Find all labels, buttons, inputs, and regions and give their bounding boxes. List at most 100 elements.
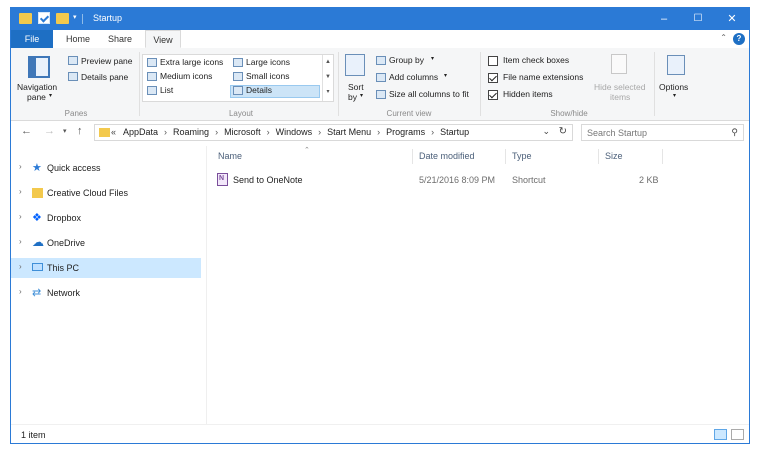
column-divider[interactable] — [505, 149, 506, 164]
address-bar[interactable]: « AppData › Roaming › Microsoft › Windows › Star… — [94, 124, 573, 141]
column-header-name[interactable]: Name — [218, 151, 242, 161]
details-view-icon[interactable] — [714, 429, 727, 440]
sidebar-item-quick-access[interactable]: › ★ Quick access — [11, 158, 201, 178]
list-option[interactable]: List — [160, 85, 173, 95]
breadcrumb-item[interactable]: Windows — [276, 127, 313, 137]
scroll-up-icon[interactable]: ▲ — [323, 55, 333, 70]
navigation-pane: › ★ Quick access › Creative Cloud Files › ❖ Dro… — [11, 146, 207, 424]
new-folder-icon[interactable] — [56, 13, 69, 24]
cloud-icon: ☁ — [32, 235, 44, 249]
preview-pane-button[interactable]: Preview pane — [81, 56, 133, 66]
column-header-date-modified[interactable]: Date modified — [419, 151, 475, 161]
breadcrumb-separator-icon[interactable]: › — [318, 127, 321, 137]
address-dropdown-icon[interactable]: ⌄ — [542, 126, 550, 137]
sidebar-item-this-pc[interactable]: › This PC — [11, 258, 201, 278]
chevron-down-icon[interactable]: ▾ — [673, 92, 676, 99]
sort-by-label-2[interactable]: by — [348, 92, 357, 102]
hidden-items-checkbox[interactable] — [488, 90, 498, 100]
add-columns-button[interactable]: Add columns — [389, 72, 438, 82]
sidebar-item-onedrive[interactable]: › ☁ OneDrive — [11, 233, 201, 253]
breadcrumb-separator-icon[interactable]: › — [377, 127, 380, 137]
chevron-down-icon[interactable]: ▾ — [444, 72, 447, 79]
sidebar-item-creative-cloud-files[interactable]: › Creative Cloud Files — [11, 183, 201, 203]
breadcrumb-overflow-icon[interactable]: « — [111, 127, 116, 137]
tab-file[interactable]: File — [11, 30, 53, 48]
collapse-ribbon-icon[interactable]: ⌃ — [720, 33, 727, 42]
hide-selected-items-label[interactable]: Hide selected — [594, 82, 646, 92]
sidebar-item-dropbox[interactable]: › ❖ Dropbox — [11, 208, 201, 228]
expand-gallery-icon[interactable]: ▾ — [323, 85, 333, 100]
breadcrumb-separator-icon[interactable]: › — [164, 127, 167, 137]
scroll-down-icon[interactable]: ▼ — [323, 70, 333, 85]
expand-chevron-icon[interactable]: › — [19, 262, 22, 271]
file-name-extensions-checkbox[interactable] — [488, 73, 498, 83]
forward-icon[interactable]: → — [44, 125, 55, 137]
chevron-down-icon[interactable]: ▾ — [431, 55, 434, 62]
up-icon[interactable]: ↑ — [77, 125, 83, 137]
search-input[interactable]: Search Startup ⚲ — [581, 124, 744, 141]
extra-large-icons-option[interactable]: Extra large icons — [160, 57, 223, 67]
details-pane-button[interactable]: Details pane — [81, 72, 128, 82]
sort-by-label[interactable]: Sort — [348, 82, 364, 92]
sort-icon[interactable] — [345, 54, 365, 76]
minimize-button[interactable]: – — [647, 8, 681, 30]
breadcrumb-separator-icon[interactable]: › — [267, 127, 270, 137]
hide-selected-items-label-2[interactable]: items — [610, 92, 630, 102]
small-icons-option[interactable]: Small icons — [246, 71, 289, 81]
column-header-size[interactable]: Size — [605, 151, 623, 161]
expand-chevron-icon[interactable]: › — [19, 287, 22, 296]
item-check-boxes-label[interactable]: Item check boxes — [503, 55, 569, 65]
details-option[interactable]: Details — [246, 85, 272, 95]
customize-toolbar-icon[interactable]: ▾ — [73, 13, 77, 27]
hidden-items-label[interactable]: Hidden items — [503, 89, 553, 99]
chevron-down-icon[interactable]: ▾ — [360, 92, 363, 99]
size-all-columns-button[interactable]: Size all columns to fit — [389, 89, 469, 99]
expand-chevron-icon[interactable]: › — [19, 162, 22, 171]
tab-home[interactable]: Home — [61, 30, 95, 48]
breadcrumb-item[interactable]: Roaming — [173, 127, 209, 137]
breadcrumb-separator-icon[interactable]: › — [215, 127, 218, 137]
breadcrumb-item[interactable]: Start Menu — [327, 127, 371, 137]
file-name[interactable]: Send to OneNote — [233, 175, 303, 185]
medium-icons-option[interactable]: Medium icons — [160, 71, 212, 81]
options-icon[interactable] — [667, 55, 685, 75]
breadcrumb-item[interactable]: Microsoft — [224, 127, 261, 137]
details-option-selected[interactable] — [230, 85, 320, 98]
expand-chevron-icon[interactable]: › — [19, 212, 22, 221]
item-check-boxes-checkbox[interactable] — [488, 56, 498, 66]
search-icon[interactable]: ⚲ — [731, 127, 738, 138]
breadcrumb-item[interactable]: Programs — [386, 127, 425, 137]
star-icon: ★ — [32, 162, 42, 174]
breadcrumb-item[interactable]: AppData — [123, 127, 158, 137]
column-header-type[interactable]: Type — [512, 151, 532, 161]
column-divider[interactable] — [662, 149, 663, 164]
help-icon[interactable]: ? — [733, 33, 745, 45]
column-divider[interactable] — [412, 149, 413, 164]
sidebar-item-network[interactable]: › ⇄ Network — [11, 283, 201, 303]
chevron-down-icon[interactable]: ▾ — [49, 92, 52, 99]
expand-chevron-icon[interactable]: › — [19, 187, 22, 196]
maximize-button[interactable]: ☐ — [681, 8, 715, 30]
file-name-extensions-label[interactable]: File name extensions — [503, 72, 583, 82]
breadcrumb-item[interactable]: Startup — [440, 127, 469, 137]
options-button[interactable]: Options — [659, 82, 688, 92]
ribbon-divider — [480, 52, 481, 116]
group-by-button[interactable]: Group by — [389, 55, 424, 65]
navigation-pane-label-2[interactable]: pane — [27, 92, 46, 102]
layout-scroll[interactable]: ▲ ▼ ▾ — [322, 55, 333, 101]
column-divider[interactable] — [598, 149, 599, 164]
recent-locations-icon[interactable]: ▾ — [63, 127, 67, 135]
back-icon[interactable]: ← — [21, 125, 32, 137]
expand-chevron-icon[interactable]: › — [19, 237, 22, 246]
tab-share[interactable]: Share — [103, 30, 137, 48]
tab-view[interactable]: View — [145, 30, 181, 48]
breadcrumb-separator-icon[interactable]: › — [431, 127, 434, 137]
navigation-pane-label[interactable]: Navigation — [17, 82, 57, 92]
properties-icon[interactable] — [38, 12, 50, 24]
close-button[interactable]: ✕ — [715, 8, 749, 30]
refresh-icon[interactable]: ↻ — [559, 126, 567, 137]
large-icons-view-icon[interactable] — [731, 429, 744, 440]
navigation-pane-icon[interactable] — [28, 56, 50, 78]
ribbon: Navigation pane ▾ Preview pane Details p… — [11, 48, 749, 121]
large-icons-option[interactable]: Large icons — [246, 57, 290, 67]
